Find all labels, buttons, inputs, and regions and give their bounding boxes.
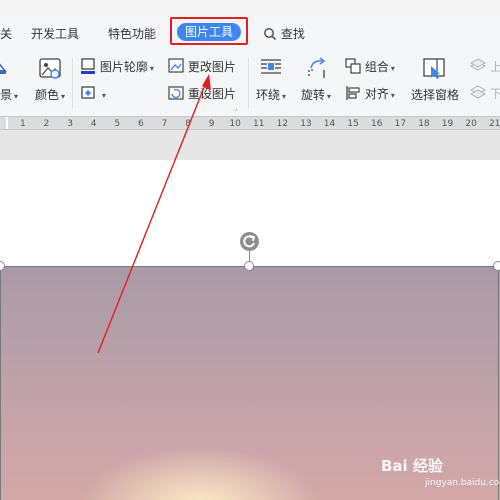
watermark-logo: Bai 经验 bbox=[381, 455, 443, 476]
watermark-url: jingyan.baidu.com bbox=[425, 478, 500, 488]
annotation-arrow bbox=[0, 0, 500, 500]
watermark-brand: Bai 经验 bbox=[381, 457, 443, 475]
